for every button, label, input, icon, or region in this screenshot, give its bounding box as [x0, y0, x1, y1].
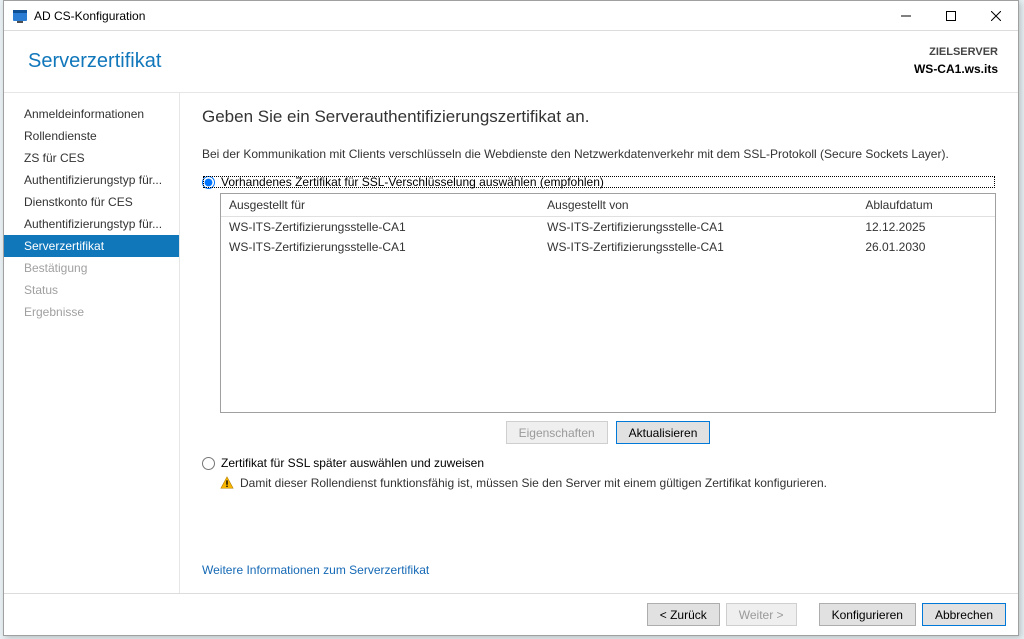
table-cell: WS-ITS-Zertifizierungsstelle-CA1 — [539, 217, 857, 238]
maximize-button[interactable] — [928, 1, 973, 30]
properties-button[interactable]: Eigenschaften — [506, 421, 608, 444]
main-description: Bei der Kommunikation mit Clients versch… — [202, 147, 996, 161]
wizard-body: AnmeldeinformationenRollendiensteZS für … — [4, 93, 1018, 593]
target-server-name: WS-CA1.ws.its — [914, 61, 998, 78]
radio-later-cert-input[interactable] — [202, 457, 215, 470]
nav-item-5[interactable]: Authentifizierungstyp für... — [4, 213, 179, 235]
minimize-button[interactable] — [883, 1, 928, 30]
nav-item-3[interactable]: Authentifizierungstyp für... — [4, 169, 179, 191]
wizard-window: AD CS-Konfiguration Serverzertifikat ZIE… — [3, 0, 1019, 636]
nav-item-0[interactable]: Anmeldeinformationen — [4, 103, 179, 125]
col-expires[interactable]: Ablaufdatum — [857, 194, 995, 217]
table-cell: 26.01.2030 — [857, 237, 995, 257]
target-server-label: ZIELSERVER — [914, 45, 998, 60]
next-button[interactable]: Weiter > — [726, 603, 797, 626]
table-row[interactable]: WS-ITS-Zertifizierungsstelle-CA1WS-ITS-Z… — [221, 217, 995, 238]
wizard-header: Serverzertifikat ZIELSERVER WS-CA1.ws.it… — [4, 31, 1018, 93]
table-cell: WS-ITS-Zertifizierungsstelle-CA1 — [221, 217, 539, 238]
cert-table[interactable]: Ausgestellt für Ausgestellt von Ablaufda… — [220, 193, 996, 413]
app-icon — [12, 8, 28, 24]
refresh-button[interactable]: Aktualisieren — [616, 421, 711, 444]
warning-icon — [220, 476, 234, 493]
radio-existing-cert[interactable]: Vorhandenes Zertifikat für SSL-Verschlüs… — [202, 175, 996, 189]
table-cell: WS-ITS-Zertifizierungsstelle-CA1 — [221, 237, 539, 257]
wizard-footer: < Zurück Weiter > Konfigurieren Abbreche… — [4, 593, 1018, 635]
back-button[interactable]: < Zurück — [647, 603, 720, 626]
nav-item-6[interactable]: Serverzertifikat — [4, 235, 179, 257]
table-row[interactable]: WS-ITS-Zertifizierungsstelle-CA1WS-ITS-Z… — [221, 237, 995, 257]
table-cell: WS-ITS-Zertifizierungsstelle-CA1 — [539, 237, 857, 257]
col-issued-for[interactable]: Ausgestellt für — [221, 194, 539, 217]
radio-existing-cert-label: Vorhandenes Zertifikat für SSL-Verschlüs… — [221, 175, 604, 189]
wizard-main: Geben Sie ein Serverauthentifizierungsze… — [180, 93, 1018, 593]
close-button[interactable] — [973, 1, 1018, 30]
nav-item-8: Status — [4, 279, 179, 301]
col-issued-by[interactable]: Ausgestellt von — [539, 194, 857, 217]
warning-text: Damit dieser Rollendienst funktionsfähig… — [240, 476, 827, 490]
main-heading: Geben Sie ein Serverauthentifizierungsze… — [202, 107, 996, 127]
table-cell: 12.12.2025 — [857, 217, 995, 238]
title-bar: AD CS-Konfiguration — [4, 1, 1018, 31]
configure-button[interactable]: Konfigurieren — [819, 603, 916, 626]
radio-existing-cert-input[interactable] — [202, 176, 215, 189]
cancel-button[interactable]: Abbrechen — [922, 603, 1006, 626]
nav-item-2[interactable]: ZS für CES — [4, 147, 179, 169]
nav-item-7: Bestätigung — [4, 257, 179, 279]
radio-later-cert[interactable]: Zertifikat für SSL später auswählen und … — [202, 456, 996, 470]
nav-item-4[interactable]: Dienstkonto für CES — [4, 191, 179, 213]
radio-later-cert-label: Zertifikat für SSL später auswählen und … — [221, 456, 484, 470]
nav-item-9: Ergebnisse — [4, 301, 179, 323]
more-info-link[interactable]: Weitere Informationen zum Serverzertifik… — [202, 563, 429, 577]
wizard-nav: AnmeldeinformationenRollendiensteZS für … — [4, 93, 180, 593]
page-title: Serverzertifikat — [28, 50, 161, 73]
window-title: AD CS-Konfiguration — [34, 9, 145, 23]
nav-item-1[interactable]: Rollendienste — [4, 125, 179, 147]
